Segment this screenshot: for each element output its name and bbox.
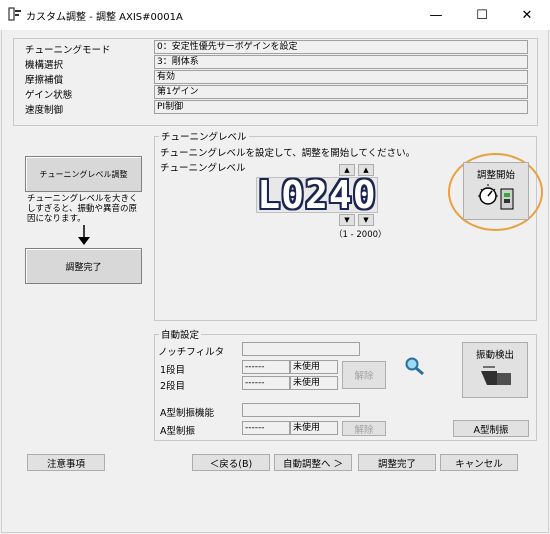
magnifier-icon <box>405 357 424 376</box>
caution-button[interactable]: 注意事項 <box>27 454 105 471</box>
stage1-value: ------ <box>242 360 290 374</box>
vibration-detect-button[interactable]: 振動検出 <box>462 342 528 398</box>
auto-adjust-button[interactable]: 自動調整へ ＞ <box>274 454 352 471</box>
friction-label: 摩擦補償 <box>25 75 64 86</box>
a-type-release-button[interactable]: 解除 <box>342 421 386 436</box>
a-type-status: 未使用 <box>290 421 338 435</box>
speed-control-label: 速度制御 <box>25 105 64 116</box>
cancel-button[interactable]: キャンセル <box>440 454 518 471</box>
level-down-button-2[interactable]: ▼ <box>358 214 374 226</box>
tuning-level-label: チューニングレベル <box>160 163 246 174</box>
stage2-value: ------ <box>242 376 290 390</box>
gain-state-label: ゲイン状態 <box>25 90 73 101</box>
tuning-start-icon <box>478 184 514 210</box>
stage2-status: 未使用 <box>290 376 338 390</box>
tuning-mode-value: 0：安定性優先サーボゲインを設定 <box>154 40 528 54</box>
tuning-level-value: L0240 <box>257 173 377 217</box>
flow-step-tuning: チューニングレベル調整 <box>25 156 142 192</box>
start-tuning-label: 調整開始 <box>476 170 515 181</box>
app-icon <box>8 7 21 21</box>
auto-group-title: 自動設定 <box>159 327 202 341</box>
level-down-button-1[interactable]: ▼ <box>339 214 355 226</box>
tuning-group-title: チューニングレベル <box>159 129 249 143</box>
vibration-detect-label: 振動検出 <box>475 350 514 361</box>
friction-value: 有効 <box>154 70 528 84</box>
close-button[interactable]: ✕ <box>504 0 550 30</box>
notch-filter-field <box>242 342 360 356</box>
a-type-vibration-button[interactable]: A型制振 <box>453 420 529 437</box>
window-title: カスタム調整 - 調整 AXIS#0001A <box>26 12 183 23</box>
flow-step-complete: 調整完了 <box>25 248 142 284</box>
vibration-detect-icon <box>481 366 511 385</box>
maximize-button[interactable]: ☐ <box>459 0 505 30</box>
complete-button[interactable]: 調整完了 <box>358 454 436 471</box>
mechanism-value: 3：剛体系 <box>154 55 528 69</box>
notch-release-button[interactable]: 解除 <box>342 361 386 389</box>
stage1-label: 1段目 <box>160 365 186 376</box>
notch-filter-label: ノッチフィルタ <box>158 347 225 358</box>
gain-state-value: 第1ゲイン <box>154 85 528 99</box>
minimize-button[interactable]: — <box>413 0 459 30</box>
flow-caution-note: チューニングレベルを大きくしすぎると、振動や異音の原因になります。 <box>27 194 138 224</box>
a-type-label: A型制振 <box>160 426 195 437</box>
speed-control-value: PI制御 <box>154 100 528 114</box>
mechanism-label: 機構選択 <box>25 60 64 71</box>
title-bar: カスタム調整 - 調整 AXIS#0001A — ☐ ✕ <box>0 0 550 30</box>
tuning-range: （1 - 2000） <box>334 230 387 240</box>
stage1-status: 未使用 <box>290 360 338 374</box>
tuning-level-display: L0240 <box>256 173 378 217</box>
back-button[interactable]: ＜戻る(B) <box>192 454 270 471</box>
a-type-value: ------ <box>242 421 290 435</box>
stage2-label: 2段目 <box>160 381 186 392</box>
tuning-mode-label: チューニングモード <box>25 45 111 56</box>
flow-arrow-icon <box>78 225 90 245</box>
a-type-function-label: A型制振機能 <box>160 408 214 419</box>
tuning-instruction: チューニングレベルを設定して、調整を開始してください。 <box>160 148 416 159</box>
start-tuning-button[interactable]: 調整開始 <box>463 162 529 220</box>
a-type-function-field <box>242 403 360 417</box>
